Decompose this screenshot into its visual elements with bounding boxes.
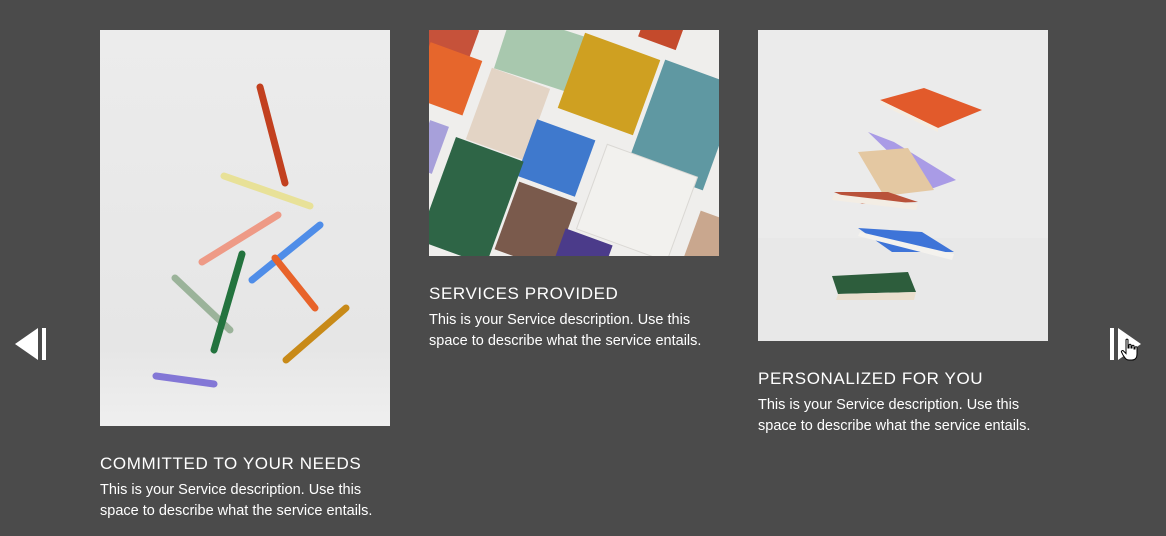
service-image-floating-notebooks[interactable] — [758, 30, 1048, 341]
service-card: PERSONALIZED FOR YOU This is your Servic… — [758, 30, 1048, 437]
service-title: PERSONALIZED FOR YOU — [758, 369, 984, 388]
hand-cursor-icon — [1120, 338, 1140, 362]
service-image-pens[interactable] — [100, 30, 390, 426]
service-image-notebooks[interactable] — [429, 30, 719, 256]
service-card: COMMITTED TO YOUR NEEDS This is your Ser… — [100, 30, 390, 522]
service-card: SERVICES PROVIDED This is your Service d… — [429, 30, 719, 352]
service-description: This is your Service description. Use th… — [758, 397, 1031, 434]
service-description: This is your Service description. Use th… — [429, 312, 702, 349]
carousel-prev-button[interactable] — [12, 326, 48, 362]
service-title: COMMITTED TO YOUR NEEDS — [100, 454, 362, 473]
arrow-left-icon — [15, 328, 46, 360]
service-title: SERVICES PROVIDED — [429, 284, 619, 303]
service-description: This is your Service description. Use th… — [100, 482, 373, 519]
